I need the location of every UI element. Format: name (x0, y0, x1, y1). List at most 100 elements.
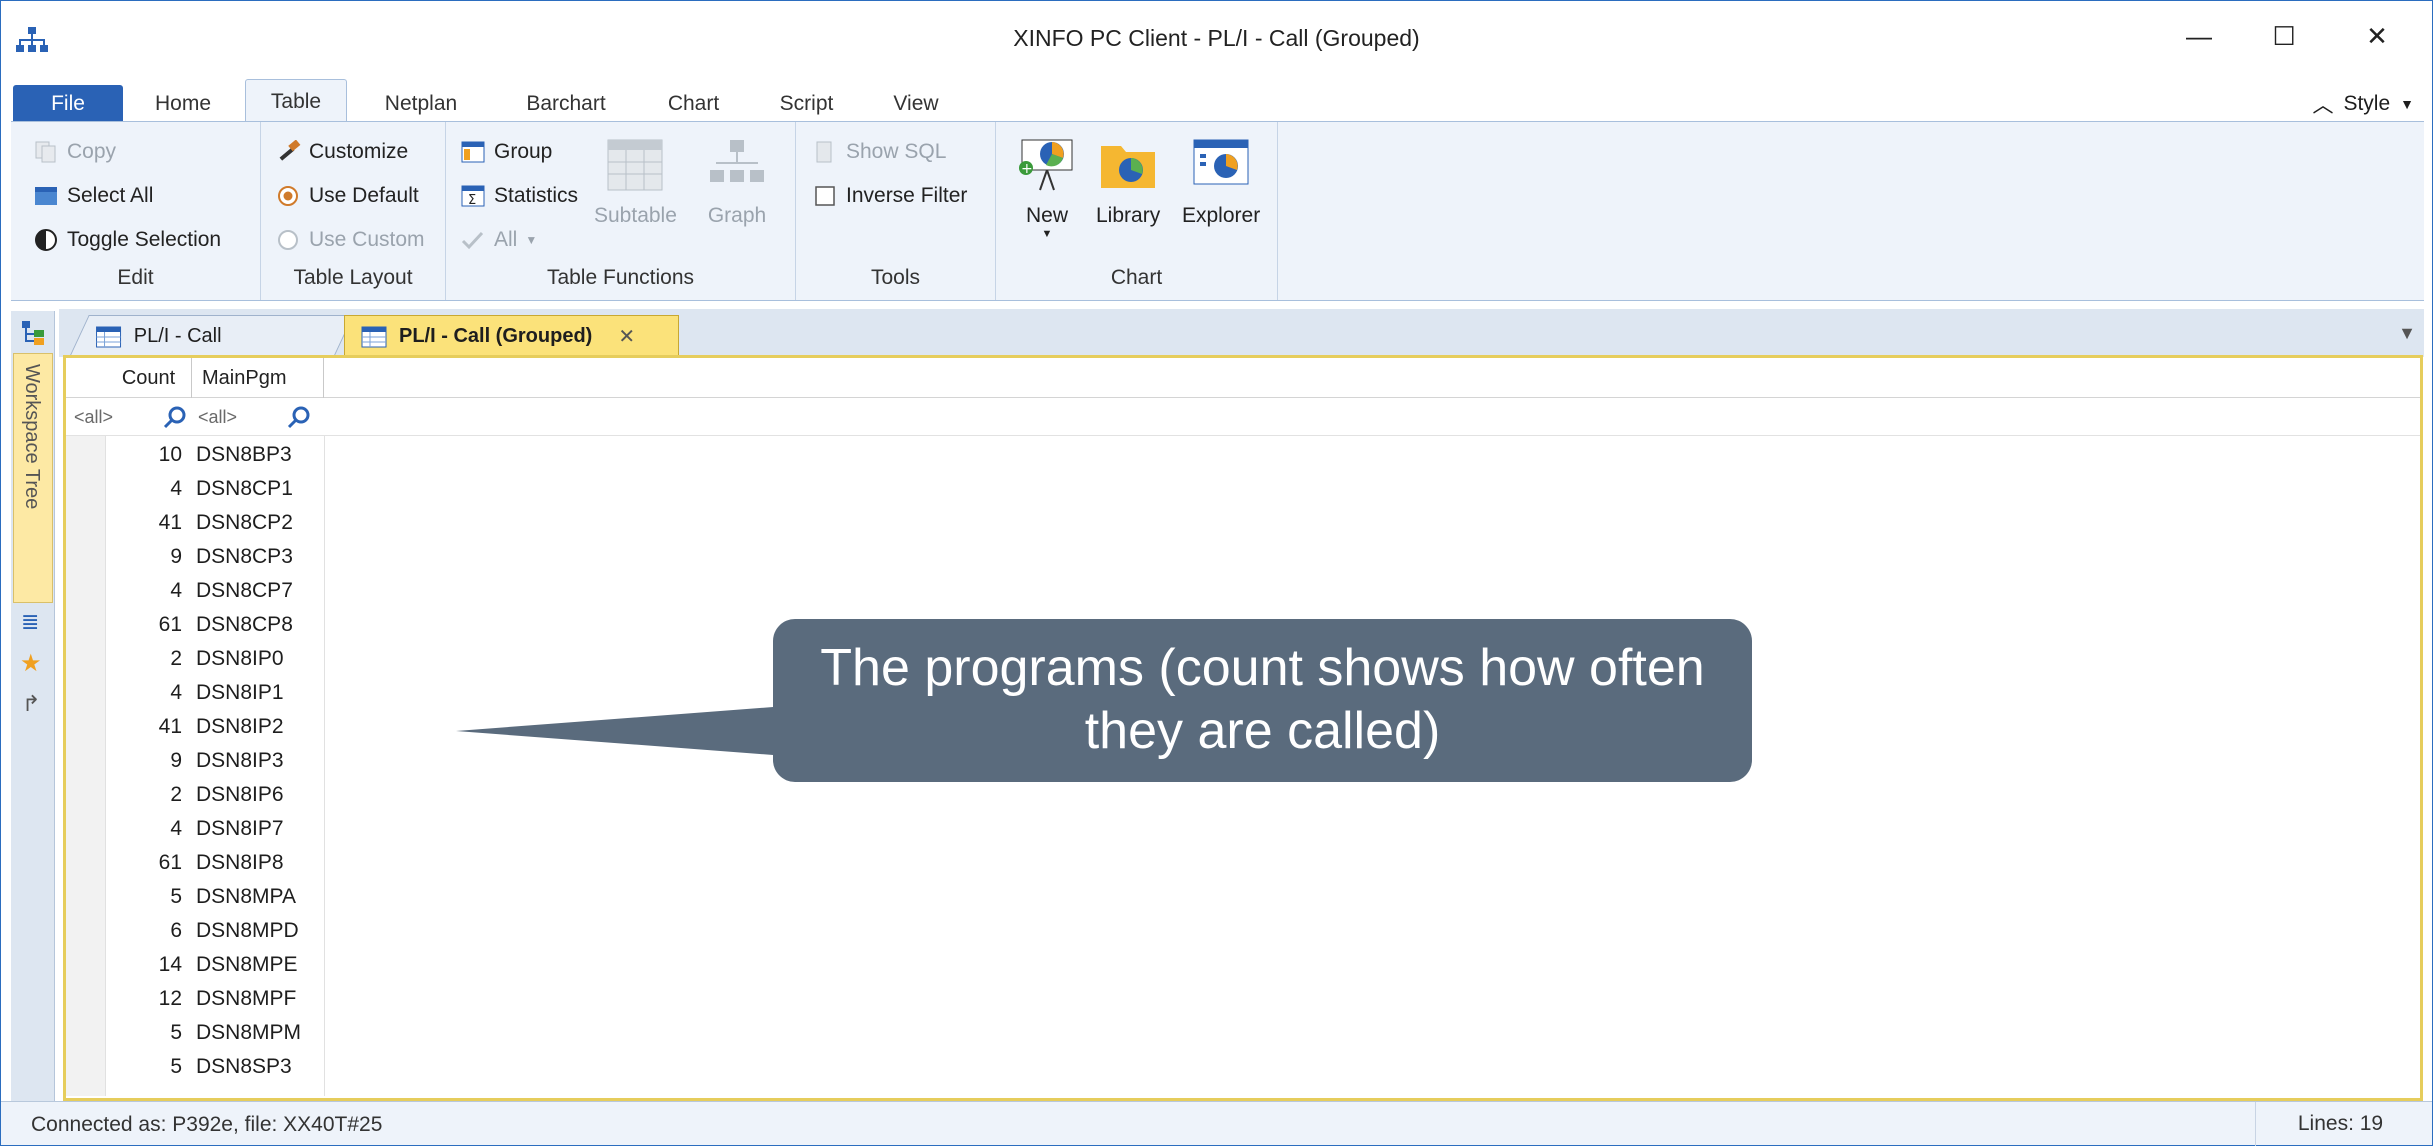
mainpgm-cell: DSN8IP6 (196, 783, 284, 806)
graph-button[interactable]: Graph (706, 134, 768, 228)
ribbon-group-chart: + New ▼ Library Explorer Chart (996, 122, 1278, 300)
search-icon[interactable] (286, 405, 312, 431)
count-cell: 2 (170, 647, 182, 670)
mainpgm-cell: DSN8IP3 (196, 749, 284, 772)
table-row[interactable]: 2 DSN8IP0 (106, 642, 310, 676)
mainpgm-cell: DSN8IP0 (196, 647, 284, 670)
table-row[interactable]: 61 DSN8CP8 (106, 608, 310, 642)
statistics-sigma-icon: Σ (461, 185, 485, 208)
count-cell: 10 (158, 443, 182, 466)
table-row[interactable]: 9 DSN8IP3 (106, 744, 310, 778)
customize-button[interactable]: Customize (275, 140, 408, 164)
table-row[interactable]: 2 DSN8IP6 (106, 778, 310, 812)
svg-text:Σ: Σ (468, 193, 476, 208)
show-sql-button[interactable]: Show SQL (812, 140, 946, 164)
use-default-radio[interactable]: Use Default (275, 184, 419, 208)
group-button[interactable]: Group (460, 140, 552, 164)
group-title-chart: Chart (1110, 266, 1163, 289)
folder-chart-icon (1101, 146, 1156, 188)
subtable-button[interactable]: Subtable (594, 134, 677, 228)
count-cell: 41 (158, 715, 182, 738)
table-row[interactable]: 4 DSN8IP1 (106, 676, 310, 710)
tab-home[interactable]: Home (141, 85, 225, 122)
style-menu[interactable]: ︿ Style ▼ (2312, 89, 2414, 119)
column-header-mainpgm[interactable]: MainPgm (192, 358, 324, 398)
ribbon-group-tools: Show SQL Inverse Filter Tools (796, 122, 996, 300)
doc-tab-pli-call[interactable]: PL/I - Call (69, 315, 354, 357)
doc-tab-label: PL/I - Call (133, 325, 222, 347)
tab-list-dropdown-icon[interactable]: ▼ (2398, 323, 2416, 344)
tab-table[interactable]: Table (245, 79, 347, 123)
ribbon-panel: Copy Select All Toggle Selection Edit Cu… (11, 121, 2424, 301)
table-row[interactable]: 41 DSN8IP2 (106, 710, 310, 744)
workspace-tree-icon[interactable] (20, 319, 46, 347)
group-title-table-functions: Table Functions (546, 266, 695, 289)
count-cell: 5 (170, 1055, 182, 1078)
minimize-button[interactable]: — (2169, 15, 2229, 57)
table-row[interactable]: 5 DSN8MPM (106, 1016, 310, 1050)
copy-button[interactable]: Copy (33, 140, 116, 164)
count-cell: 61 (158, 851, 182, 874)
tab-barchart[interactable]: Barchart (511, 85, 621, 122)
table-row[interactable]: 61 DSN8IP8 (106, 846, 310, 880)
graph-tree-icon (710, 140, 764, 182)
use-custom-radio[interactable]: Use Custom (275, 228, 425, 252)
tab-script[interactable]: Script (769, 85, 844, 122)
table-row[interactable]: 9 DSN8CP3 (106, 540, 310, 574)
tab-view[interactable]: View (881, 85, 951, 122)
checkbox-icon (815, 186, 835, 206)
title-bar: XINFO PC Client - PL/I - Call (Grouped) … (1, 1, 2432, 75)
table-row[interactable]: 5 DSN8MPA (106, 880, 310, 914)
count-cell: 4 (170, 817, 182, 840)
chart-explorer-button[interactable]: Explorer (1182, 134, 1260, 228)
count-cell: 2 (170, 783, 182, 806)
close-button[interactable]: ✕ (2347, 15, 2407, 57)
mainpgm-cell: DSN8MPF (196, 987, 297, 1010)
hammer-icon (279, 140, 301, 161)
workspace-tree-tab[interactable]: Workspace Tree (13, 353, 53, 603)
tab-file[interactable]: File (13, 85, 123, 122)
collapse-ribbon-icon[interactable]: ︿ (2312, 89, 2333, 119)
toggle-selection-button[interactable]: Toggle Selection (33, 228, 221, 252)
table-row[interactable]: 10 DSN8BP3 (106, 438, 310, 472)
table-row[interactable]: 4 DSN8IP7 (106, 812, 310, 846)
app-window: XINFO PC Client - PL/I - Call (Grouped) … (0, 0, 2433, 1146)
style-label: Style (2343, 92, 2391, 115)
select-all-button[interactable]: Select All (33, 184, 153, 208)
table-row[interactable]: 5 DSN8SP3 (106, 1050, 310, 1084)
chart-library-button[interactable]: Library (1096, 134, 1160, 228)
table-row[interactable]: 4 DSN8CP7 (106, 574, 310, 608)
table-row[interactable]: 41 DSN8CP2 (106, 506, 310, 540)
list-icon[interactable]: ≣ (21, 609, 39, 635)
table-row[interactable]: 14 DSN8MPE (106, 948, 310, 982)
jump-arrow-icon[interactable]: ↱ (22, 691, 40, 717)
copy-icon (35, 141, 56, 163)
filter-row: <all> <all> (66, 398, 2420, 436)
search-icon[interactable] (162, 405, 188, 431)
ribbon-group-edit: Copy Select All Toggle Selection Edit (11, 122, 261, 300)
new-chart-button[interactable]: + New ▼ (1016, 134, 1078, 240)
filter-mainpgm-input[interactable]: <all> (198, 398, 237, 436)
inverse-filter-checkbox[interactable]: Inverse Filter (812, 184, 967, 208)
doc-tab-pli-call-grouped[interactable]: PL/I - Call (Grouped) ✕ (344, 315, 679, 357)
maximize-button[interactable]: ☐ (2254, 15, 2314, 57)
favorites-star-icon[interactable]: ★ (20, 649, 42, 678)
table-icon (361, 326, 387, 347)
table-row[interactable]: 4 DSN8CP1 (106, 472, 310, 506)
count-cell: 61 (158, 613, 182, 636)
tab-chart[interactable]: Chart (656, 85, 731, 122)
column-header-count[interactable]: Count (106, 358, 192, 398)
callout-text-line2: they are called) (1084, 702, 1441, 760)
tab-netplan[interactable]: Netplan (371, 85, 471, 122)
statistics-button[interactable]: Σ Statistics (460, 184, 578, 208)
chevron-down-icon: ▼ (2400, 96, 2414, 112)
table-row[interactable]: 12 DSN8MPF (106, 982, 310, 1016)
connection-status: Connected as: P392e, file: XX40T#25 (31, 1113, 383, 1136)
filter-count-input[interactable]: <all> (74, 398, 113, 436)
close-tab-icon[interactable]: ✕ (618, 324, 635, 349)
table-row[interactable]: 6 DSN8MPD (106, 914, 310, 948)
select-all-icon (35, 187, 57, 205)
sql-icon (816, 141, 832, 163)
all-dropdown[interactable]: All ▼ (460, 228, 537, 252)
annotation-callout: The programs (count shows how often they… (773, 619, 1752, 782)
